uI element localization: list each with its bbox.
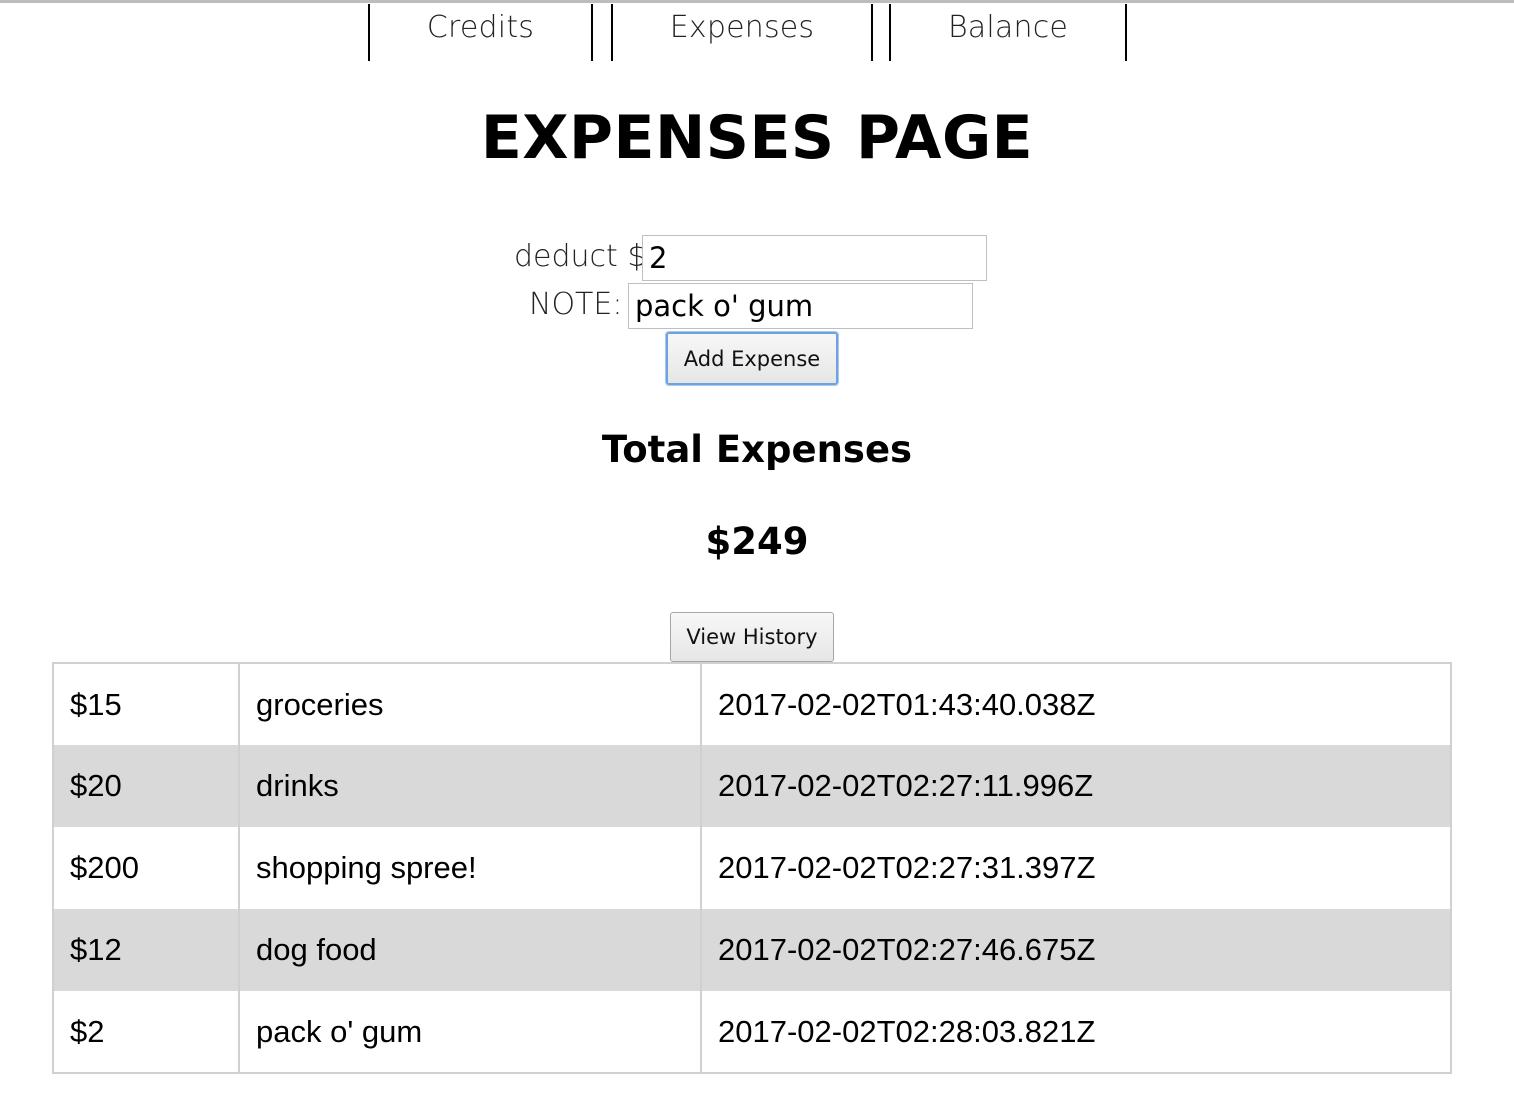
nav-tab-balance[interactable]: Balance (889, 4, 1127, 61)
table-row: $2 pack o' gum 2017-02-02T02:28:03.821Z (53, 991, 1451, 1073)
view-history-button[interactable]: View History (670, 612, 834, 662)
expense-amount: $20 (53, 745, 239, 827)
expense-timestamp: 2017-02-02T02:27:46.675Z (700, 909, 1451, 991)
expense-note: shopping spree! (238, 827, 701, 909)
expense-note: dog food (238, 909, 701, 991)
expense-timestamp: 2017-02-02T02:27:31.397Z (700, 827, 1451, 909)
table-row: $15 groceries 2017-02-02T01:43:40.038Z (53, 663, 1451, 745)
expense-amount: $2 (53, 991, 239, 1073)
expense-timestamp: 2017-02-02T02:27:11.996Z (700, 745, 1451, 827)
table-row: $20 drinks 2017-02-02T02:27:11.996Z (53, 745, 1451, 827)
nav-tab-expenses[interactable]: Expenses (611, 4, 873, 61)
note-input[interactable] (628, 283, 973, 329)
deduct-amount-input[interactable] (642, 235, 987, 281)
nav-tab-credits[interactable]: Credits (368, 4, 593, 61)
expense-timestamp: 2017-02-02T01:43:40.038Z (700, 663, 1451, 745)
table-row: $200 shopping spree! 2017-02-02T02:27:31… (53, 827, 1451, 909)
table-row: $12 dog food 2017-02-02T02:27:46.675Z (53, 909, 1451, 991)
expense-amount: $12 (53, 909, 239, 991)
expense-note: groceries (238, 663, 701, 745)
expense-amount: $200 (53, 827, 239, 909)
expense-amount: $15 (53, 663, 239, 745)
expenses-page: Credits Expenses Balance EXPENSES PAGE d… (0, 0, 1514, 1106)
expense-history-table: $15 groceries 2017-02-02T01:43:40.038Z $… (52, 662, 1452, 1074)
deduct-label: deduct $ (514, 239, 647, 274)
expense-timestamp: 2017-02-02T02:28:03.821Z (700, 991, 1451, 1073)
expense-note: drinks (238, 745, 701, 827)
total-expenses-heading: Total Expenses (601, 428, 913, 471)
total-expenses-value: $249 (705, 520, 809, 563)
expense-note: pack o' gum (238, 991, 701, 1073)
add-expense-button[interactable]: Add Expense (666, 332, 838, 385)
top-divider (0, 0, 1514, 3)
note-label: NOTE: (529, 287, 623, 322)
page-title: EXPENSES PAGE (480, 103, 1034, 173)
